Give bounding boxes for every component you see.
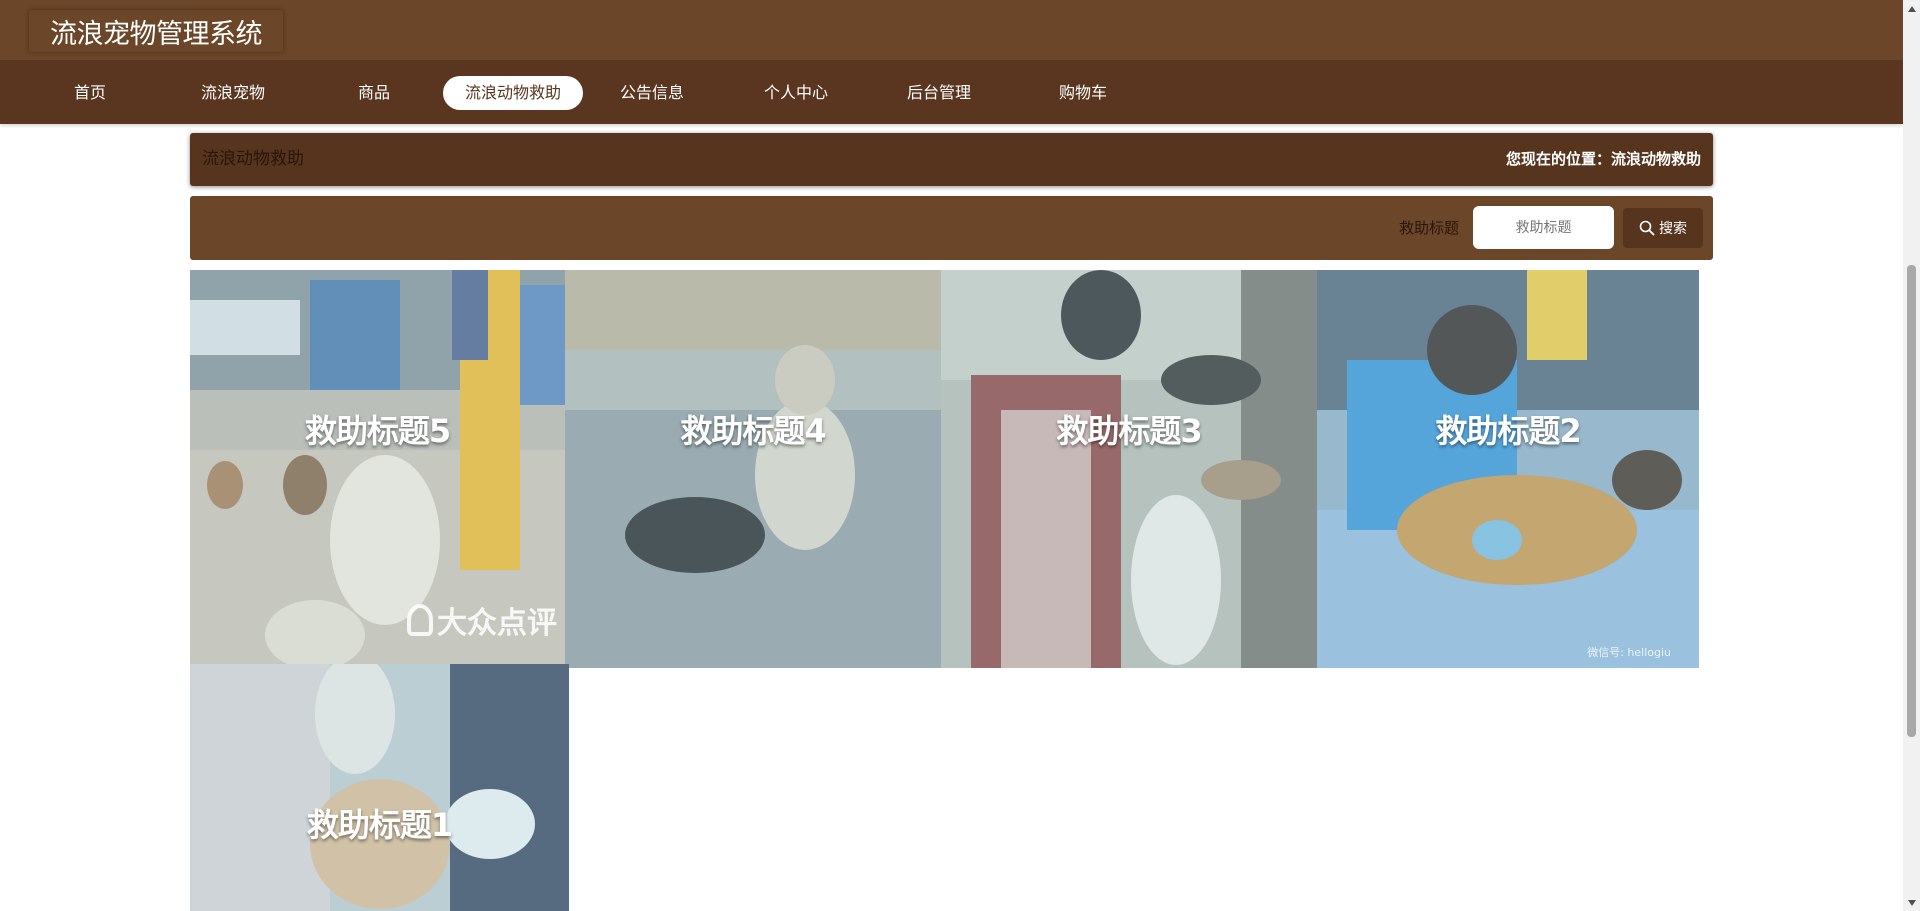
top-header: 流浪宠物管理系统	[0, 0, 1903, 60]
page-title: 流浪动物救助	[202, 149, 304, 169]
nav-item-home[interactable]: 首页	[58, 76, 122, 110]
rescue-card-title: 救助标题1	[306, 806, 453, 844]
dianping-logo-icon	[407, 604, 433, 636]
app-title[interactable]: 流浪宠物管理系统	[29, 10, 283, 52]
search-icon	[1639, 220, 1655, 236]
nav-item-admin[interactable]: 后台管理	[899, 76, 979, 110]
main-nav: 首页 流浪宠物 商品 流浪动物救助 公告信息 个人中心 后台管理 购物车	[0, 60, 1903, 124]
search-label: 救助标题	[1399, 219, 1460, 237]
search-button-label: 搜索	[1659, 221, 1687, 237]
rescue-card[interactable]: 救助标题4	[565, 270, 941, 668]
page-header: 流浪动物救助 您现在的位置：流浪动物救助	[190, 133, 1713, 186]
nav-item-stray-pets[interactable]: 流浪宠物	[193, 76, 273, 110]
rescue-card-title: 救助标题3	[1056, 412, 1202, 450]
rescue-card[interactable]: 救助标题5 大众点评	[190, 270, 565, 664]
watermark: 大众点评	[407, 598, 557, 642]
nav-item-announcements[interactable]: 公告信息	[612, 76, 692, 110]
scrollbar-thumb[interactable]	[1907, 265, 1916, 737]
search-bar: 救助标题 搜索	[190, 196, 1713, 260]
nav-item-products[interactable]: 商品	[342, 76, 406, 110]
rescue-card-title: 救助标题2	[1435, 412, 1581, 450]
search-input[interactable]	[1473, 206, 1614, 249]
scroll-up-arrow-icon[interactable]	[1903, 0, 1920, 17]
nav-item-animal-rescue[interactable]: 流浪动物救助	[443, 76, 583, 110]
rescue-card[interactable]: 救助标题1	[190, 664, 569, 911]
breadcrumb: 您现在的位置：流浪动物救助	[1505, 150, 1701, 168]
browser-viewport: 流浪宠物管理系统 首页 流浪宠物 商品 流浪动物救助 公告信息 个人中心 后台管…	[0, 0, 1920, 911]
page-scrollbar[interactable]	[1903, 0, 1920, 911]
scroll-down-arrow-icon[interactable]	[1903, 894, 1920, 911]
rescue-card-title: 救助标题4	[680, 412, 826, 450]
rescue-card[interactable]: 救助标题2 微信号: hellogiu	[1317, 270, 1699, 668]
search-button[interactable]: 搜索	[1623, 208, 1703, 248]
nav-item-cart[interactable]: 购物车	[1049, 76, 1117, 110]
nav-item-personal-center[interactable]: 个人中心	[756, 76, 836, 110]
watermark: 微信号: hellogiu	[1587, 646, 1671, 659]
rescue-card-title: 救助标题5	[304, 412, 451, 450]
rescue-card[interactable]: 救助标题3	[941, 270, 1317, 668]
